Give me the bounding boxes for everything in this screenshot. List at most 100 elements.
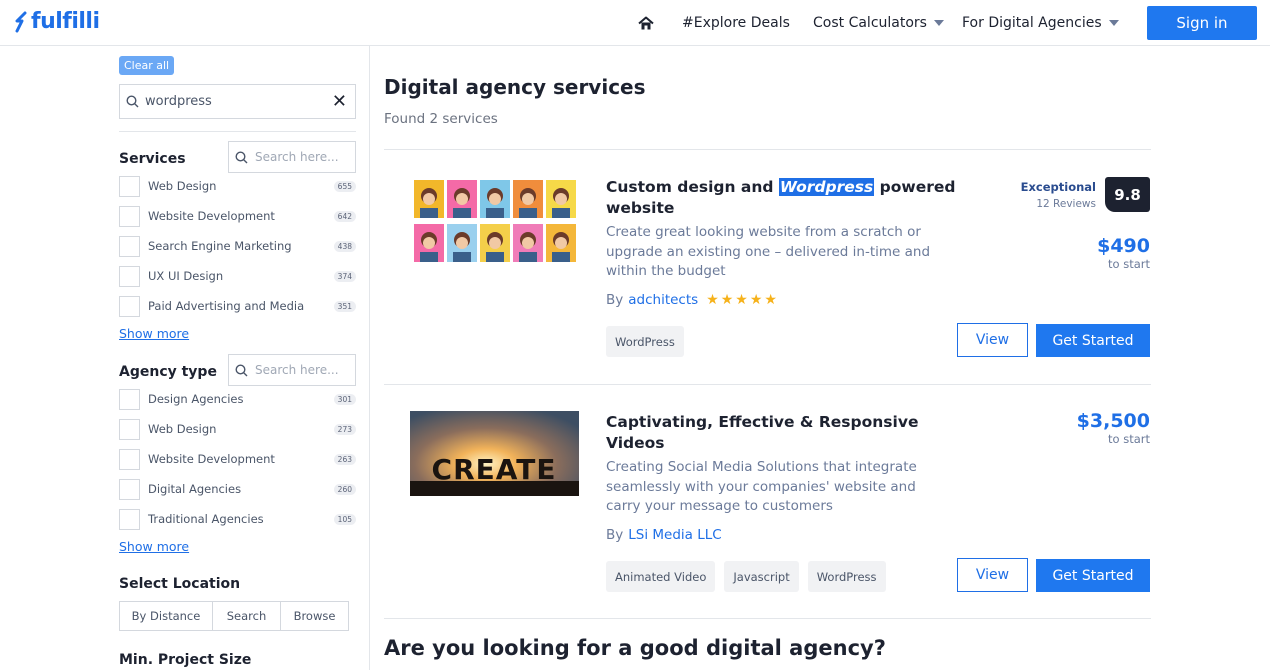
checkbox[interactable] [119, 265, 140, 287]
checkbox[interactable] [119, 235, 140, 257]
filter-count: 301 [333, 393, 356, 405]
search-highlight: Wordpress [778, 178, 875, 196]
services-search-placeholder: Search here... [255, 150, 339, 164]
filter-sidebar: Clear all wordpress ✕ Services Search he… [0, 46, 370, 670]
filter-option-web-design[interactable]: Web Design 655 [119, 171, 356, 201]
service-description: Creating Social Media Solutions that int… [606, 459, 917, 514]
services-show-more-link[interactable]: Show more [119, 326, 189, 341]
service-vendor-line: By LSi Media LLC [606, 527, 722, 543]
price-subtitle: to start [1108, 257, 1150, 271]
service-description: Create great looking website from a scra… [606, 224, 931, 279]
tag-chip[interactable]: Javascript [724, 561, 799, 592]
filter-count: 438 [333, 240, 356, 252]
create-image-text: CREATE [432, 453, 557, 486]
vendor-link[interactable]: LSi Media LLC [628, 527, 721, 543]
select-location-title: Select Location [119, 576, 241, 592]
reviews-count[interactable]: 12 Reviews [1036, 198, 1096, 210]
filter-option-search-engine-marketing[interactable]: Search Engine Marketing 438 [119, 231, 356, 261]
checkbox[interactable] [119, 205, 140, 227]
filter-option-website-development[interactable]: Website Development 642 [119, 201, 356, 231]
section-heading: Are you looking for a good digital agenc… [384, 636, 886, 660]
top-header: fulfilli #Explore Deals Cost Calculators… [0, 0, 1270, 46]
nav-cost-calculators-label: Cost Calculators [813, 15, 927, 31]
price-subtitle: to start [1108, 432, 1150, 446]
checkbox[interactable] [119, 175, 140, 197]
min-project-size-title: Min. Project Size [119, 652, 252, 668]
filter-option-website-development-agency[interactable]: Website Development 263 [119, 444, 356, 474]
get-started-button[interactable]: Get Started [1036, 559, 1150, 592]
filter-count: 642 [333, 210, 356, 222]
service-thumbnail-people-grid[interactable] [414, 180, 576, 262]
service-tags: WordPress [606, 326, 684, 357]
services-filter-list: Web Design 655 Website Development 642 S… [119, 171, 356, 321]
filter-label: UX UI Design [148, 269, 224, 283]
service-title-link[interactable]: Custom design and Wordpress powered webs… [606, 177, 956, 219]
logo[interactable]: fulfilli [14, 9, 100, 34]
filter-option-ux-ui-design[interactable]: UX UI Design 374 [119, 261, 356, 291]
view-button[interactable]: View [957, 558, 1028, 592]
filter-count: 263 [333, 453, 356, 465]
nav-home[interactable] [638, 0, 654, 46]
tag-chip[interactable]: WordPress [606, 326, 684, 357]
services-title: Services [119, 151, 186, 167]
checkbox[interactable] [119, 508, 140, 530]
search-icon [126, 95, 139, 108]
filter-count: 374 [333, 270, 356, 282]
create-sunset-image: CREATE [410, 411, 579, 496]
service-thumbnail-create[interactable]: CREATE [410, 411, 579, 496]
checkbox[interactable] [119, 448, 140, 470]
home-icon [638, 16, 654, 29]
star-rating-icon: ★★★★★ [706, 292, 779, 308]
filter-option-digital-agencies[interactable]: Digital Agencies 260 [119, 474, 356, 504]
checkbox[interactable] [119, 295, 140, 317]
filter-option-paid-advertising[interactable]: Paid Advertising and Media 351 [119, 291, 356, 321]
filter-count: 351 [333, 300, 356, 312]
nav-cost-calculators[interactable]: Cost Calculators [813, 0, 944, 46]
filter-label: Web Design [148, 179, 217, 193]
view-button[interactable]: View [957, 323, 1028, 357]
checkbox[interactable] [119, 418, 140, 440]
caret-down-icon [933, 20, 944, 26]
agency-type-search-input[interactable]: Search here... [228, 354, 356, 386]
search-icon [235, 363, 248, 376]
checkbox[interactable] [119, 478, 140, 500]
by-label: By [606, 527, 624, 543]
tab-by-distance[interactable]: By Distance [120, 602, 213, 630]
filter-option-web-design-agency[interactable]: Web Design 273 [119, 414, 356, 444]
divider [119, 131, 356, 132]
search-icon [235, 150, 248, 163]
vendor-link[interactable]: adchitects [628, 292, 698, 308]
filter-label: Digital Agencies [148, 482, 242, 496]
nav-for-digital-agencies[interactable]: For Digital Agencies [962, 0, 1119, 46]
filter-label: Design Agencies [148, 392, 244, 406]
filter-option-traditional-agencies[interactable]: Traditional Agencies 105 [119, 504, 356, 534]
tab-browse[interactable]: Browse [281, 602, 348, 630]
page-title: Digital agency services [384, 75, 646, 99]
location-tabs: By Distance Search Browse [119, 601, 349, 631]
results-count: Found 2 services [384, 111, 498, 127]
tab-search[interactable]: Search [213, 602, 281, 630]
get-started-button[interactable]: Get Started [1036, 324, 1150, 357]
tag-chip[interactable]: Animated Video [606, 561, 716, 592]
service-vendor-line: By adchitects ★★★★★ [606, 292, 779, 308]
keyword-search-input[interactable]: wordpress ✕ [119, 84, 356, 119]
sign-in-button[interactable]: Sign in [1147, 6, 1257, 40]
service-title-part: Custom design and [606, 178, 779, 196]
nav-explore-deals[interactable]: #Explore Deals [682, 0, 790, 46]
filter-label: Search Engine Marketing [148, 239, 292, 253]
filter-count: 260 [333, 483, 356, 495]
clear-all-button[interactable]: Clear all [119, 56, 175, 75]
keyword-search-value: wordpress [145, 94, 212, 109]
checkbox[interactable] [119, 388, 140, 410]
filter-label: Website Development [148, 209, 275, 223]
logo-text: fulfilli [31, 9, 100, 34]
agency-type-show-more-link[interactable]: Show more [119, 539, 189, 554]
filter-count: 655 [333, 180, 356, 192]
service-title-link[interactable]: Captivating, Effective & Responsive Vide… [606, 412, 956, 454]
tag-chip[interactable]: WordPress [807, 561, 886, 592]
services-search-input[interactable]: Search here... [228, 141, 356, 173]
close-icon[interactable]: ✕ [332, 92, 347, 111]
agency-type-search-placeholder: Search here... [255, 363, 339, 377]
divider [384, 149, 1151, 150]
filter-option-design-agencies[interactable]: Design Agencies 301 [119, 384, 356, 414]
